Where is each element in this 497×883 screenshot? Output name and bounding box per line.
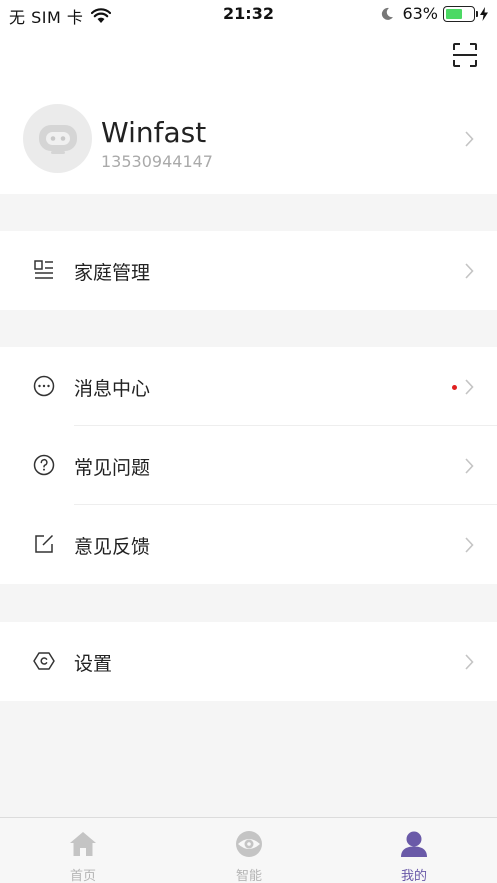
question-icon xyxy=(33,454,55,476)
tab-mine[interactable]: 我的 xyxy=(331,818,497,883)
menu-group-settings: 设置 xyxy=(0,622,497,701)
chevron-right-icon xyxy=(465,458,474,474)
tab-label-smart: 智能 xyxy=(235,869,262,883)
menu-label-feedback: 意见反馈 xyxy=(74,536,151,558)
menu-group-support: 消息中心 常见问题 意见反馈 xyxy=(0,347,497,584)
edit-icon xyxy=(35,534,54,553)
chevron-right-icon xyxy=(465,654,474,670)
username: Winfast xyxy=(101,116,207,149)
menu-label-settings: 设置 xyxy=(74,653,113,675)
robot-avatar-icon xyxy=(38,124,77,154)
menu-label-faq: 常见问题 xyxy=(74,457,151,479)
avatar[interactable] xyxy=(23,104,92,173)
family-list-icon xyxy=(34,260,53,279)
profile-header[interactable]: Winfast 13530944147 xyxy=(0,28,497,194)
menu-label-family: 家庭管理 xyxy=(74,262,151,284)
chat-bubble-icon xyxy=(33,375,55,397)
home-icon xyxy=(70,832,96,856)
phone-number: 13530944147 xyxy=(101,152,213,171)
user-icon xyxy=(401,831,427,857)
menu-label-messages: 消息中心 xyxy=(74,378,151,400)
menu-item-messages[interactable]: 消息中心 xyxy=(0,347,497,426)
chevron-right-icon xyxy=(465,379,474,395)
tab-home[interactable]: 首页 xyxy=(0,818,166,883)
tab-bar: 首页 智能 我的 xyxy=(0,817,497,883)
battery-fill xyxy=(446,8,463,19)
chevron-right-icon xyxy=(465,131,474,147)
battery-percent: 63% xyxy=(402,4,438,23)
smart-eye-icon xyxy=(236,831,262,857)
status-bar: 无 SIM 卡 21:32 63% xyxy=(0,0,497,28)
profile-screen: 无 SIM 卡 21:32 63% Winfast 13530944147 家庭… xyxy=(0,0,497,883)
menu-item-faq[interactable]: 常见问题 xyxy=(0,426,497,505)
tab-smart[interactable]: 智能 xyxy=(166,818,332,883)
battery-icon xyxy=(443,5,478,22)
tab-label-home: 首页 xyxy=(69,869,96,883)
status-right: 63% xyxy=(380,4,489,23)
scan-icon[interactable] xyxy=(452,42,478,68)
menu-item-family[interactable]: 家庭管理 xyxy=(0,231,497,310)
tab-label-mine: 我的 xyxy=(400,869,427,883)
unread-dot xyxy=(452,385,457,390)
menu-item-feedback[interactable]: 意见反馈 xyxy=(0,505,497,584)
hexagon-settings-icon xyxy=(33,652,55,670)
menu-group-family: 家庭管理 xyxy=(0,231,497,310)
menu-item-settings[interactable]: 设置 xyxy=(0,622,497,701)
chevron-right-icon xyxy=(465,537,474,553)
chevron-right-icon xyxy=(465,263,474,279)
moon-icon xyxy=(382,7,394,20)
charging-bolt-icon xyxy=(480,6,488,21)
